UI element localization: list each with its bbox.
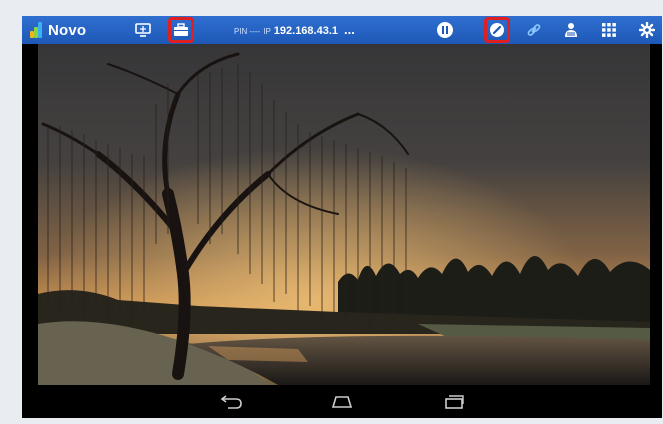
ip-value: 192.168.43.1 [273,25,339,37]
annotate-icon[interactable] [484,17,510,43]
pin-label: PIN ---- [234,27,261,36]
pause-icon[interactable] [434,19,456,41]
connection-info: PIN ---- IP 192.168.43.1 ... [234,22,355,37]
screen-mirror-icon[interactable] [132,19,154,41]
ip-label: IP [263,27,271,36]
novo-logo-icon [30,22,42,38]
users-icon[interactable] [560,19,582,41]
app-window: Novo PIN ---- IP 192.168.43.1 ... [22,16,662,418]
grid-icon[interactable] [598,19,620,41]
app-brand: Novo [30,19,86,41]
settings-icon[interactable] [636,19,658,41]
more-dots[interactable]: ... [344,22,355,37]
shared-screen-photo [38,44,650,385]
recents-icon[interactable] [442,393,466,409]
home-icon[interactable] [330,393,354,409]
briefcase-icon[interactable] [168,17,194,43]
top-toolbar: Novo PIN ---- IP 192.168.43.1 ... [22,16,662,44]
app-name: Novo [48,21,87,39]
link-icon[interactable] [523,19,545,41]
android-nav-bar [22,385,662,418]
back-icon[interactable] [220,393,244,409]
sunset-tree-image [38,44,650,385]
